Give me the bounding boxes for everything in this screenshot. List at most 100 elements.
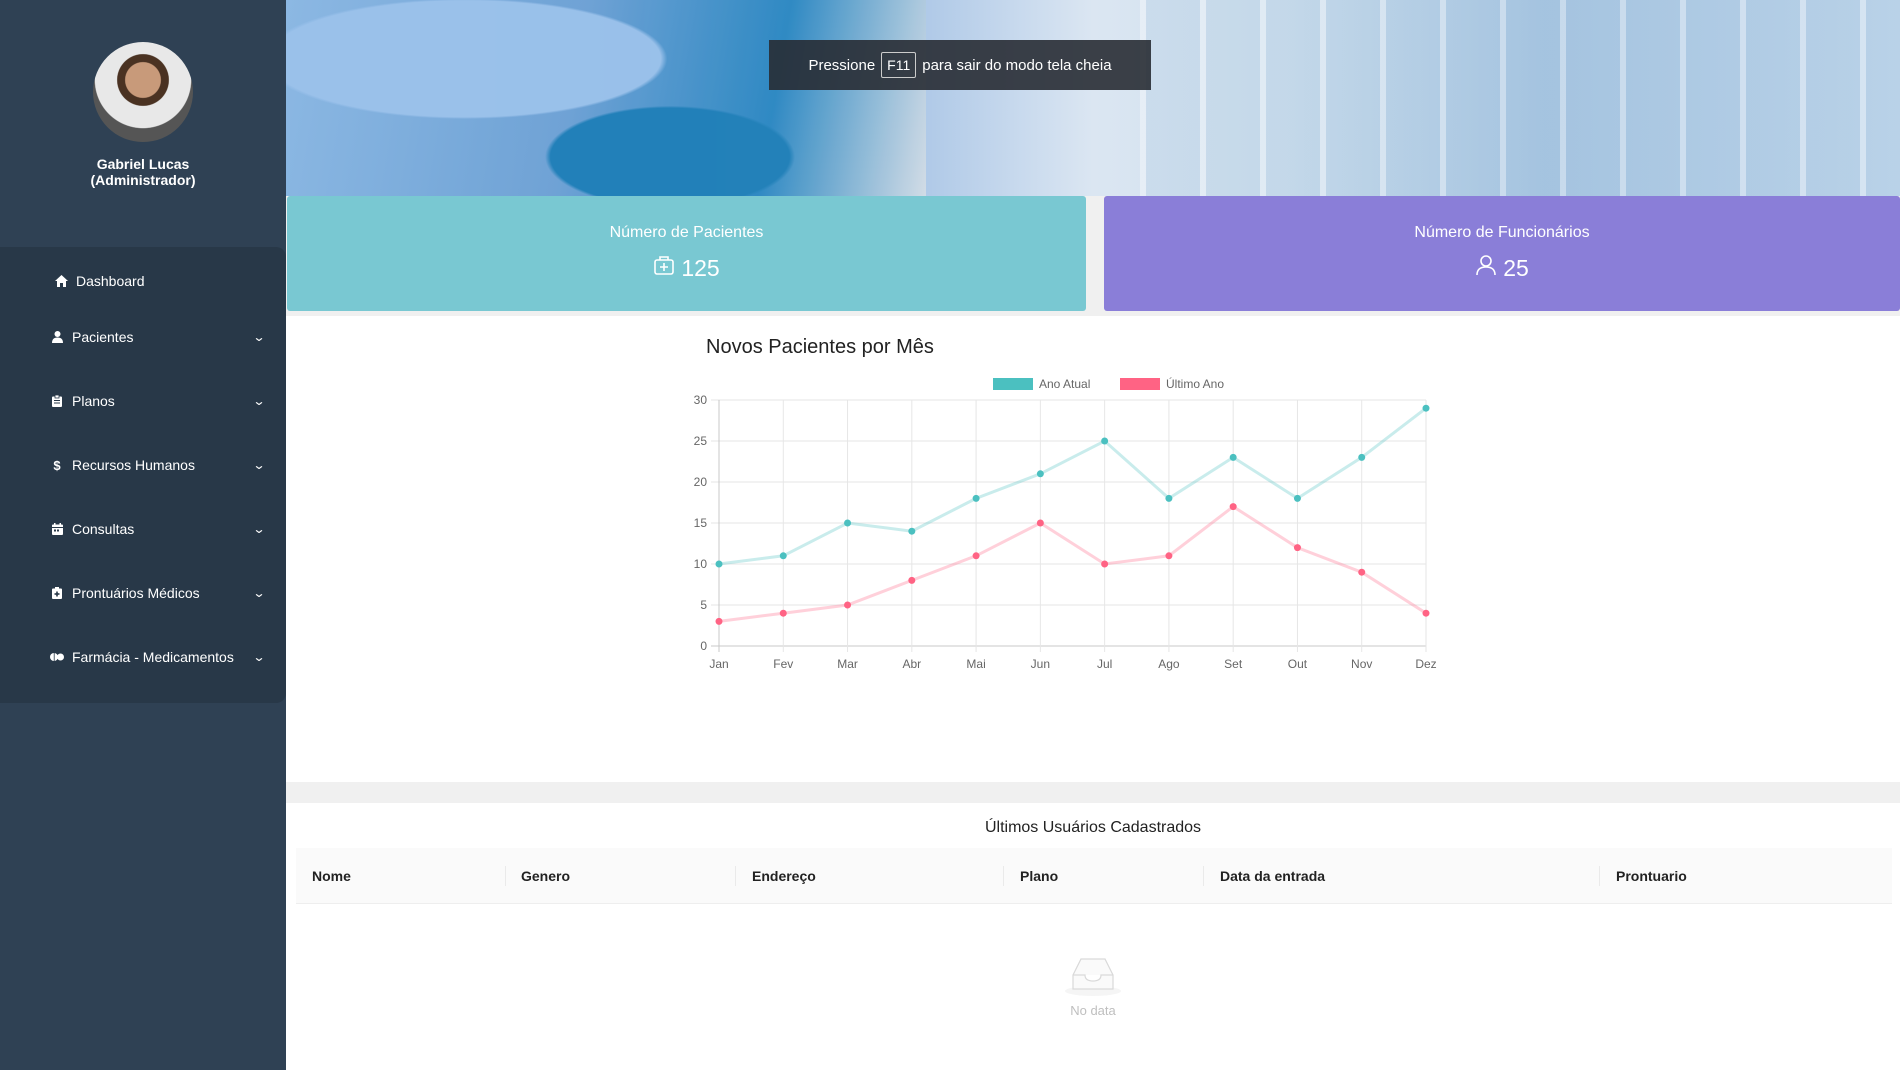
y-tick-label: 5 bbox=[700, 598, 707, 612]
sidebar-item-dashboard[interactable]: Dashboard bbox=[0, 257, 286, 305]
calendar-icon bbox=[48, 523, 66, 535]
data-point bbox=[1293, 494, 1301, 502]
data-point bbox=[1036, 519, 1044, 527]
employees-stat-title: Número de Funcionários bbox=[1414, 224, 1590, 241]
y-tick-label: 25 bbox=[694, 434, 708, 448]
app: Gabriel Lucas (Administrador) Dashboard … bbox=[0, 0, 1900, 1070]
chart-title: Novos Pacientes por Mês bbox=[706, 336, 934, 358]
data-point bbox=[1101, 437, 1109, 445]
data-point bbox=[715, 617, 723, 625]
chevron-down-icon[interactable]: ⌄ bbox=[252, 394, 265, 408]
table-header: Nome Genero Endereço Plano Data da entra… bbox=[296, 848, 1892, 904]
sidebar-item-farmacia-medicamentos[interactable]: Farmácia - Medicamentos ⌄ bbox=[0, 625, 286, 689]
sidebar-nav: Dashboard Pacientes ⌄ Planos ⌄ $ Recurso… bbox=[0, 247, 286, 703]
sidebar-item-label: Recursos Humanos bbox=[72, 457, 195, 473]
x-tick-label: Out bbox=[1288, 657, 1308, 671]
data-point bbox=[1422, 609, 1430, 617]
data-point bbox=[715, 560, 723, 568]
data-point bbox=[972, 552, 980, 560]
sidebar-item-label: Farmácia - Medicamentos bbox=[72, 649, 234, 665]
fullscreen-toast: Pressione F11 para sair do modo tela che… bbox=[769, 40, 1151, 90]
sidebar-item-label: Dashboard bbox=[76, 273, 145, 289]
column-divider bbox=[735, 866, 736, 886]
sidebar-item-label: Pacientes bbox=[72, 329, 134, 345]
x-tick-label: Mar bbox=[837, 657, 858, 671]
home-icon bbox=[52, 275, 70, 287]
data-point bbox=[1293, 544, 1301, 552]
column-header-genero[interactable]: Genero bbox=[521, 848, 570, 904]
chevron-down-icon[interactable]: ⌄ bbox=[252, 330, 265, 344]
sidebar-item-planos[interactable]: Planos ⌄ bbox=[0, 369, 286, 433]
chevron-down-icon[interactable]: ⌄ bbox=[252, 458, 265, 472]
toast-key: F11 bbox=[881, 52, 917, 78]
patients-stat-value: 125 bbox=[681, 254, 720, 281]
column-header-plano[interactable]: Plano bbox=[1020, 848, 1058, 904]
legend-label: Último Ano bbox=[1166, 376, 1224, 391]
sidebar-item-prontuarios-medicos[interactable]: Prontuários Médicos ⌄ bbox=[0, 561, 286, 625]
y-tick-label: 0 bbox=[700, 639, 707, 653]
sidebar-item-pacientes[interactable]: Pacientes ⌄ bbox=[0, 305, 286, 369]
legend-label: Ano Atual bbox=[1039, 377, 1090, 391]
user-icon bbox=[48, 331, 66, 343]
data-point bbox=[1165, 552, 1173, 560]
user-role: (Administrador) bbox=[90, 172, 196, 188]
column-divider bbox=[1599, 866, 1600, 886]
recent-users-panel: Últimos Usuários Cadastrados Nome Genero… bbox=[286, 803, 1900, 1070]
data-point bbox=[1358, 453, 1366, 461]
column-divider bbox=[505, 866, 506, 886]
x-tick-label: Ago bbox=[1158, 657, 1180, 671]
sidebar-item-consultas[interactable]: Consultas ⌄ bbox=[0, 497, 286, 561]
y-tick-label: 10 bbox=[694, 557, 708, 571]
data-point bbox=[844, 519, 852, 527]
doctor-image bbox=[286, 0, 926, 196]
employees-stat-value: 25 bbox=[1503, 254, 1529, 281]
table-title: Últimos Usuários Cadastrados bbox=[984, 819, 1202, 836]
chevron-down-icon[interactable]: ⌄ bbox=[252, 586, 265, 600]
data-point bbox=[1358, 568, 1366, 576]
chevron-down-icon[interactable]: ⌄ bbox=[252, 650, 265, 664]
sidebar-item-recursos-humanos[interactable]: $ Recursos Humanos ⌄ bbox=[0, 433, 286, 497]
toast-text-after: para sair do modo tela cheia bbox=[922, 56, 1112, 74]
data-point bbox=[844, 601, 852, 609]
chevron-down-icon[interactable]: ⌄ bbox=[252, 522, 265, 536]
legend-swatch bbox=[1120, 378, 1160, 390]
x-tick-label: Set bbox=[1224, 657, 1243, 671]
line-chart: 0 5 10 15 20 25 30 Jan Fev Mar Abr Mai Jun Jul Ago Set O… bbox=[694, 376, 1437, 671]
x-tick-label: Dez bbox=[1415, 657, 1436, 671]
user-outline-icon bbox=[1475, 254, 1497, 282]
data-point bbox=[1422, 404, 1430, 412]
series-line bbox=[718, 407, 1427, 566]
avatar[interactable] bbox=[93, 42, 193, 142]
column-header-endereco[interactable]: Endereço bbox=[752, 848, 816, 904]
column-header-prontuario[interactable]: Prontuario bbox=[1616, 848, 1687, 904]
data-point bbox=[1229, 453, 1237, 461]
clipboard-icon bbox=[48, 395, 66, 407]
hospital-bag-icon bbox=[653, 254, 675, 282]
y-tick-label: 15 bbox=[694, 516, 708, 530]
column-header-nome[interactable]: Nome bbox=[312, 848, 351, 904]
sidebar-item-label: Planos bbox=[72, 393, 115, 409]
chart-panel: Novos Pacientes por Mês 0 5 10 15 20 25 30 Jan F… bbox=[286, 316, 1900, 782]
employees-stat-card: Número de Funcionários 25 bbox=[1104, 196, 1900, 311]
data-point bbox=[1101, 560, 1109, 568]
column-header-data-entrada[interactable]: Data da entrada bbox=[1220, 848, 1325, 904]
x-tick-label: Abr bbox=[902, 657, 921, 671]
x-tick-label: Mai bbox=[966, 657, 985, 671]
hero-banner-image bbox=[286, 0, 1900, 196]
x-tick-label: Jan bbox=[709, 657, 728, 671]
sidebar-item-label: Consultas bbox=[72, 521, 135, 537]
pills-icon bbox=[48, 652, 66, 662]
data-point bbox=[908, 527, 916, 535]
patients-stat-card: Número de Pacientes 125 bbox=[287, 196, 1086, 311]
x-tick-label: Nov bbox=[1351, 657, 1372, 671]
sidebar: Gabriel Lucas (Administrador) Dashboard … bbox=[0, 0, 286, 1070]
toast-text-before: Pressione bbox=[808, 56, 876, 74]
x-tick-label: Jul bbox=[1097, 657, 1112, 671]
legend-swatch bbox=[993, 378, 1033, 390]
x-tick-label: Fev bbox=[773, 657, 793, 671]
user-profile: Gabriel Lucas (Administrador) bbox=[0, 0, 286, 215]
data-point bbox=[1036, 470, 1044, 478]
x-tick-label: Jun bbox=[1031, 657, 1050, 671]
sidebar-item-label: Prontuários Médicos bbox=[72, 585, 200, 601]
y-tick-label: 30 bbox=[694, 393, 708, 407]
